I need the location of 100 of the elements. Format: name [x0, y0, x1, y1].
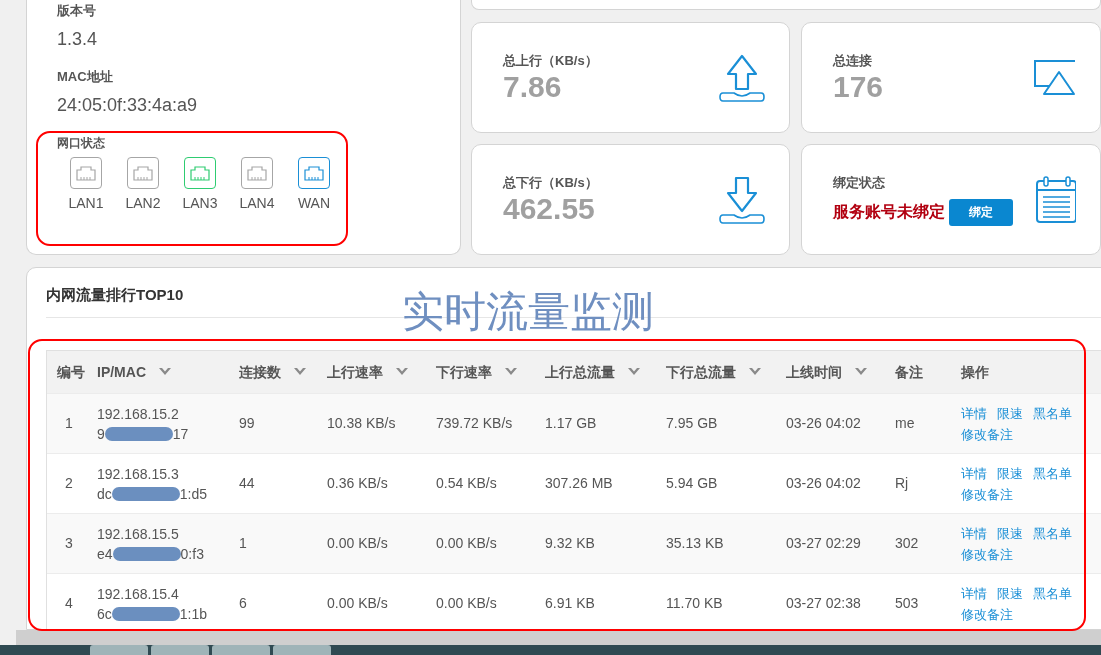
- version-value: 1.3.4: [57, 28, 99, 50]
- action-link[interactable]: 详情: [961, 462, 987, 484]
- table-cell-text: me: [895, 414, 916, 433]
- field-label: 网口状态: [57, 135, 106, 151]
- stat-label: 总下行（KB/s）: [503, 173, 598, 192]
- sort-chevron-icon[interactable]: [748, 367, 762, 377]
- sort-chevron-icon[interactable]: [627, 367, 641, 377]
- sort-chevron-icon[interactable]: [293, 367, 307, 377]
- stat-value: 176: [833, 70, 884, 105]
- action-link[interactable]: 限速: [997, 402, 1023, 424]
- mac-fragment: e4: [97, 544, 113, 564]
- column-header: 操作: [961, 362, 989, 382]
- table-cell-text: 739.72 KB/s: [436, 414, 514, 433]
- table-cell-text: 35.13 KB: [666, 534, 725, 553]
- action-link[interactable]: 限速: [997, 462, 1023, 484]
- table-cell-text: 0.00 KB/s: [436, 534, 498, 553]
- table-cell-text: 0.00 KB/s: [327, 594, 389, 613]
- screen-share-icon: [1034, 59, 1076, 96]
- sort-chevron-icon[interactable]: [854, 367, 868, 377]
- field-label: MAC地址: [57, 68, 114, 86]
- table-cell-text: 44: [239, 474, 256, 493]
- upload-icon: [719, 52, 765, 103]
- action-link[interactable]: 详情: [961, 402, 987, 424]
- table-cell-text: 0.00 KB/s: [327, 534, 389, 553]
- table-cell-text: 3: [64, 534, 74, 553]
- column-header[interactable]: 下行速率: [436, 361, 518, 383]
- action-link[interactable]: 黑名单: [1033, 582, 1072, 604]
- table-cell-text: 4: [64, 594, 74, 613]
- mac-fragment: 9: [97, 424, 105, 444]
- annotation-title: 实时流量监测: [402, 288, 654, 337]
- table-cell-text: 10.38 KB/s: [327, 414, 397, 433]
- table-cell-text: 99: [239, 414, 256, 433]
- ip-address: 192.168.15.2: [97, 404, 180, 424]
- action-link[interactable]: 黑名单: [1033, 522, 1072, 544]
- table-cell-text: 03-26 04:02: [786, 474, 862, 493]
- table-cell-text: Rj: [895, 474, 910, 493]
- table-cell-text: 0.00 KB/s: [436, 594, 498, 613]
- mac-fragment: 1:d5: [179, 484, 208, 504]
- stat-value: 462.55: [503, 192, 596, 227]
- column-header[interactable]: 下行总流量: [666, 361, 762, 383]
- table-cell-text: 03-27 02:38: [786, 594, 862, 613]
- action-link[interactable]: 黑名单: [1033, 462, 1072, 484]
- port-label: LAN2: [125, 194, 161, 213]
- panel-title: 内网流量排行TOP10: [46, 284, 184, 305]
- table-cell-text: 7.95 GB: [666, 414, 719, 433]
- redaction-mark: [112, 546, 181, 561]
- column-header: 编号: [57, 362, 85, 382]
- table-cell-text: 503: [895, 594, 920, 613]
- action-link[interactable]: 黑名单: [1033, 402, 1072, 424]
- ip-address: 192.168.15.4: [97, 584, 180, 604]
- table-cell-text: 0.36 KB/s: [327, 474, 389, 493]
- stat-label: 绑定状态: [833, 174, 886, 193]
- ip-address: 192.168.15.5: [97, 524, 180, 544]
- port-label: LAN3: [182, 194, 218, 213]
- bind-button[interactable]: 绑定: [949, 198, 1013, 226]
- table-cell-text: 5.94 GB: [666, 474, 719, 493]
- port-label: LAN1: [68, 194, 104, 213]
- table-cell-text: 1: [239, 534, 248, 553]
- mac-fragment: 17: [172, 424, 189, 444]
- stat-label: 总上行（KB/s）: [503, 51, 598, 70]
- column-header[interactable]: 上行总流量: [545, 361, 641, 383]
- stat-label: 总连接: [833, 51, 873, 70]
- column-header[interactable]: 上行速率: [327, 361, 409, 383]
- action-link[interactable]: 修改备注: [961, 543, 1013, 565]
- mac-fragment: dc: [97, 484, 112, 504]
- sort-chevron-icon[interactable]: [504, 367, 518, 377]
- table-cell-text: 1: [64, 414, 74, 433]
- action-link[interactable]: 限速: [997, 522, 1023, 544]
- redaction-mark: [111, 606, 180, 621]
- action-link[interactable]: 修改备注: [961, 423, 1013, 445]
- mac-value: 24:05:0f:33:4a:a9: [57, 94, 199, 116]
- sort-chevron-icon[interactable]: [158, 367, 172, 377]
- action-link[interactable]: 修改备注: [961, 483, 1013, 505]
- mac-fragment: 1:1b: [179, 604, 208, 624]
- table-cell-text: 9.32 KB: [545, 534, 596, 553]
- table-cell-text: 302: [895, 534, 920, 553]
- action-link[interactable]: 修改备注: [961, 603, 1013, 625]
- redaction-mark: [111, 486, 180, 501]
- table-cell-text: 0.54 KB/s: [436, 474, 498, 493]
- stat-value: 7.86: [503, 70, 563, 105]
- action-link[interactable]: 限速: [997, 582, 1023, 604]
- sort-chevron-icon[interactable]: [395, 367, 409, 377]
- action-link[interactable]: 详情: [961, 582, 987, 604]
- column-header[interactable]: 连接数: [239, 361, 307, 383]
- port-label: WAN: [297, 194, 331, 213]
- binding-status: 服务账号未绑定: [833, 202, 945, 223]
- column-header[interactable]: IP/MAC: [97, 361, 172, 383]
- table-cell-text: 2: [64, 474, 74, 493]
- table-cell-text: 307.26 MB: [545, 474, 614, 493]
- table-cell-text: 1.17 GB: [545, 414, 598, 433]
- column-header[interactable]: 上线时间: [786, 361, 868, 383]
- action-link[interactable]: 详情: [961, 522, 987, 544]
- mac-fragment: 6c: [97, 604, 112, 624]
- table-cell-text: 11.70 KB: [666, 594, 724, 613]
- table-cell-text: 6: [239, 594, 248, 613]
- table-cell-text: 6.91 KB: [545, 594, 596, 613]
- table-cell-text: 03-27 02:29: [786, 534, 862, 553]
- mac-fragment: 0:f3: [180, 544, 204, 564]
- port-label: LAN4: [239, 194, 275, 213]
- calendar-icon: [1036, 175, 1076, 224]
